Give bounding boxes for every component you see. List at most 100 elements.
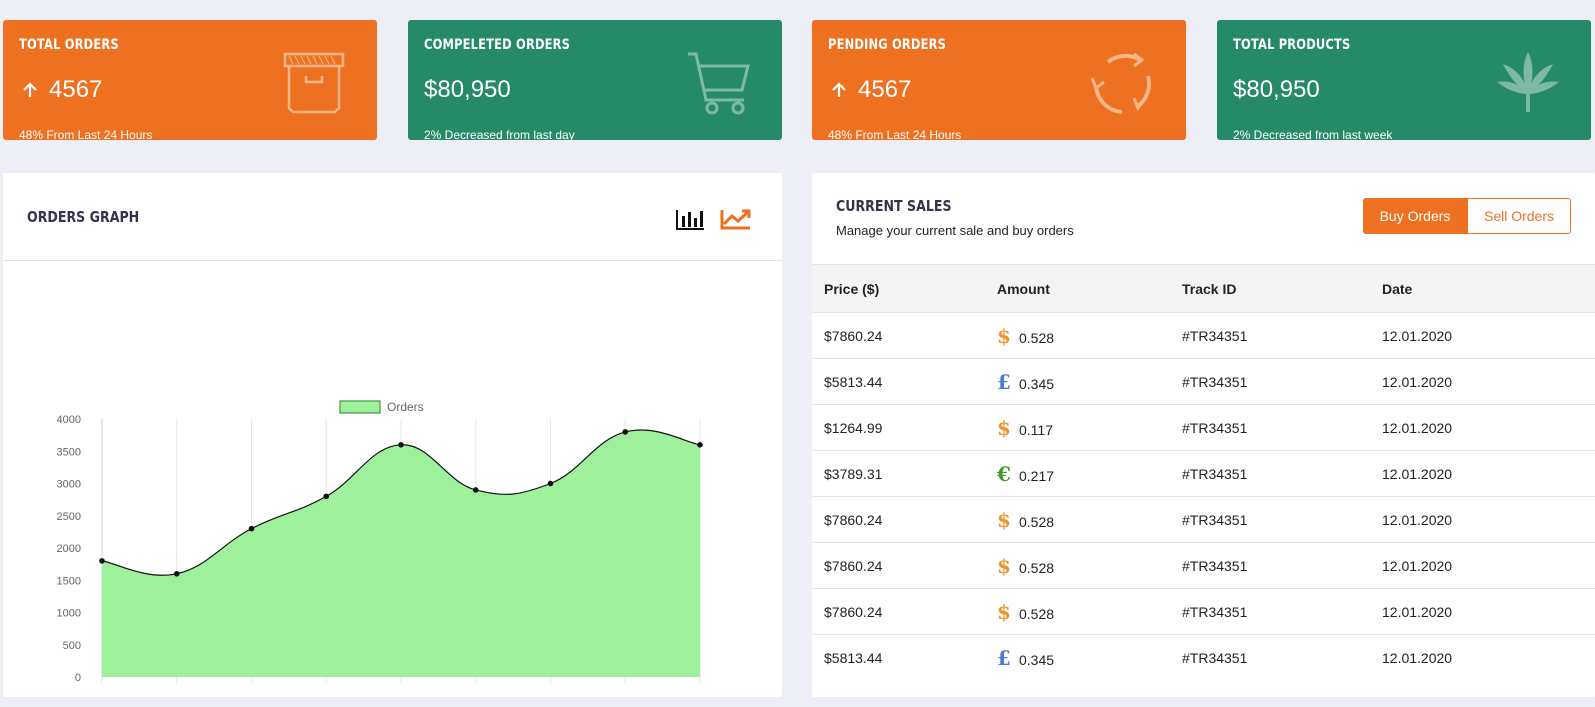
data-point-jan-13: [248, 525, 255, 532]
cell-price: $7860.24: [812, 588, 997, 635]
data-point-jan-18: [622, 429, 629, 435]
stat-title: TOTAL PRODUCTS: [1233, 37, 1351, 53]
cell-price: $3789.31: [812, 450, 997, 497]
trend-line-icon[interactable]: [720, 206, 752, 230]
table-row[interactable]: $7860.24 $0.528 #TR34351 12.01.2020: [812, 312, 1595, 359]
stat-subtitle: 48% From Last 24 Hours: [19, 128, 153, 142]
table-header-row: Price ($) Amount Track ID Date: [812, 264, 1595, 313]
y-tick-label: 3000: [57, 479, 81, 491]
order-type-toggle: Buy Orders Sell Orders: [1363, 198, 1571, 234]
y-tick-label: 1500: [57, 575, 81, 587]
stat-title: PENDING ORDERS: [828, 37, 947, 53]
stat-value: 4567: [828, 76, 911, 104]
table-row[interactable]: $7860.24 $0.528 #TR34351 12.01.2020: [812, 496, 1595, 543]
table-row[interactable]: $7860.24 $0.528 #TR34351 12.01.2020: [812, 542, 1595, 589]
orders-graph-panel: ORDERS GRAPH 0 500 1000 1500 2000 2500 3…: [3, 173, 782, 697]
orders-chart: 05001000150020002500300035004000 Jan-11J…: [57, 400, 703, 684]
stat-value-text: $80,950: [424, 76, 511, 103]
bar-chart-icon[interactable]: [674, 206, 706, 230]
chart-legend: Orders: [339, 400, 424, 414]
cell-track-id: #TR34351: [1182, 496, 1382, 543]
table-row[interactable]: $3789.31 €0.217 #TR34351 12.01.2020: [812, 450, 1595, 497]
archive-box-icon: [283, 52, 345, 114]
y-tick-label: 2000: [57, 543, 81, 555]
stat-value: $80,950: [424, 76, 511, 104]
legend-swatch-orders: [339, 400, 381, 414]
currency-icon: $: [997, 553, 1011, 578]
stat-card-completed-orders: COMPELETED ORDERS $80,950 2% Decreased f…: [408, 20, 782, 142]
cell-track-id: #TR34351: [1182, 542, 1382, 589]
cell-price: $7860.24: [812, 542, 997, 589]
chart-y-axis: 0 500 1000 1500 2000 2500 3000 3500 4000: [57, 414, 81, 684]
arrow-up-icon: [23, 82, 37, 97]
stat-card-pending-orders: PENDING ORDERS 4567 48% From Last 24 Hou…: [812, 20, 1186, 142]
sales-table-body: $7860.24 $0.528 #TR34351 12.01.2020 $5813.44…: [812, 312, 1595, 681]
table-row[interactable]: $1264.99 $0.117 #TR34351 12.01.2020: [812, 404, 1595, 451]
cell-amount: €0.217: [997, 450, 1182, 497]
sales-table: Price ($) Amount Track ID Date $7860.24 $…: [812, 264, 1595, 681]
stat-subtitle: 2% Decreased from last week: [1233, 128, 1393, 142]
data-point-jan-14: [323, 493, 330, 500]
cell-track-id: #TR34351: [1182, 588, 1382, 635]
cell-amount: £0.345: [997, 358, 1182, 405]
leaf-icon: [1497, 52, 1559, 112]
amount-value: 0.528: [1019, 559, 1055, 576]
cell-date: 12.01.2020: [1382, 312, 1595, 359]
amount-value: 0.345: [1019, 651, 1055, 668]
refresh-cycle-icon: [1090, 52, 1152, 114]
currency-icon: $: [997, 507, 1011, 532]
buy-orders-button[interactable]: Buy Orders: [1363, 198, 1467, 234]
cell-date: 12.01.2020: [1382, 496, 1595, 543]
chart-area-layer: [101, 429, 701, 677]
cell-track-id: #TR34351: [1182, 404, 1382, 451]
cell-amount: $0.528: [997, 496, 1182, 543]
currency-icon: $: [997, 323, 1011, 348]
data-point-jan-16: [472, 487, 479, 493]
stat-value-text: 4567: [49, 76, 103, 103]
sell-orders-button[interactable]: Sell Orders: [1467, 198, 1571, 234]
y-tick-label: 3500: [57, 446, 81, 458]
cell-price: $5813.44: [824, 649, 883, 666]
current-sales-panel: CURRENT SALES Manage your current sale a…: [812, 173, 1595, 697]
cell-date: 12.01.2020: [1382, 450, 1595, 497]
stat-card-total-orders: TOTAL ORDERS 4567 48% From Last 24 Hours: [3, 20, 377, 142]
amount-value: 0.528: [1019, 513, 1055, 530]
cell-price: $7860.24: [812, 312, 997, 359]
stat-card-total-products: TOTAL PRODUCTS $80,950 2% Decreased from…: [1217, 20, 1591, 142]
data-point-jan-17: [547, 480, 554, 487]
amount-value: 0.528: [1019, 605, 1055, 622]
cell-amount: $0.528: [997, 312, 1182, 359]
cell-track-id: #TR34351: [1182, 450, 1382, 497]
cell-track-id: #TR34351: [1182, 312, 1382, 359]
data-point-jan-12: [173, 571, 180, 577]
series-area-orders: [102, 429, 700, 677]
currency-icon: $: [997, 415, 1011, 440]
table-row[interactable]: $5813.44 £0.345 #TR34351 12.01.2020: [812, 635, 1595, 681]
sales-title: CURRENT SALES: [836, 197, 952, 215]
cell-track-id: #TR34351: [1182, 358, 1382, 405]
column-header-track-id: Track ID: [1182, 264, 1382, 313]
cell-track-id: #TR34351: [1182, 649, 1248, 666]
cell-date: 12.01.2020: [1382, 649, 1453, 666]
stat-value-text: 4567: [858, 76, 912, 103]
legend-label-orders: Orders: [387, 400, 424, 414]
y-tick-label: 0: [75, 672, 81, 684]
graph-title: ORDERS GRAPH: [27, 208, 140, 226]
cell-date: 12.01.2020: [1382, 542, 1595, 589]
table-row[interactable]: $7860.24 $0.528 #TR34351 12.01.2020: [812, 588, 1595, 635]
cell-price: $1264.99: [812, 404, 997, 451]
amount-value: 0.217: [1019, 467, 1055, 484]
cell-date: 12.01.2020: [1382, 588, 1595, 635]
stat-value: 4567: [19, 76, 102, 104]
arrow-up-icon: [832, 82, 846, 97]
data-point-jan-15: [398, 442, 404, 448]
graph-header: ORDERS GRAPH: [3, 173, 782, 261]
amount-value: 0.345: [1019, 375, 1055, 392]
cell-date: 12.01.2020: [1382, 358, 1595, 405]
currency-icon: $: [997, 599, 1011, 624]
stat-value: $80,950: [1233, 76, 1320, 104]
cell-price: $7860.24: [812, 496, 997, 543]
shopping-cart-icon: [688, 52, 750, 115]
column-header-date: Date: [1382, 264, 1595, 313]
table-row[interactable]: $5813.44 £0.345 #TR34351 12.01.2020: [812, 358, 1595, 405]
